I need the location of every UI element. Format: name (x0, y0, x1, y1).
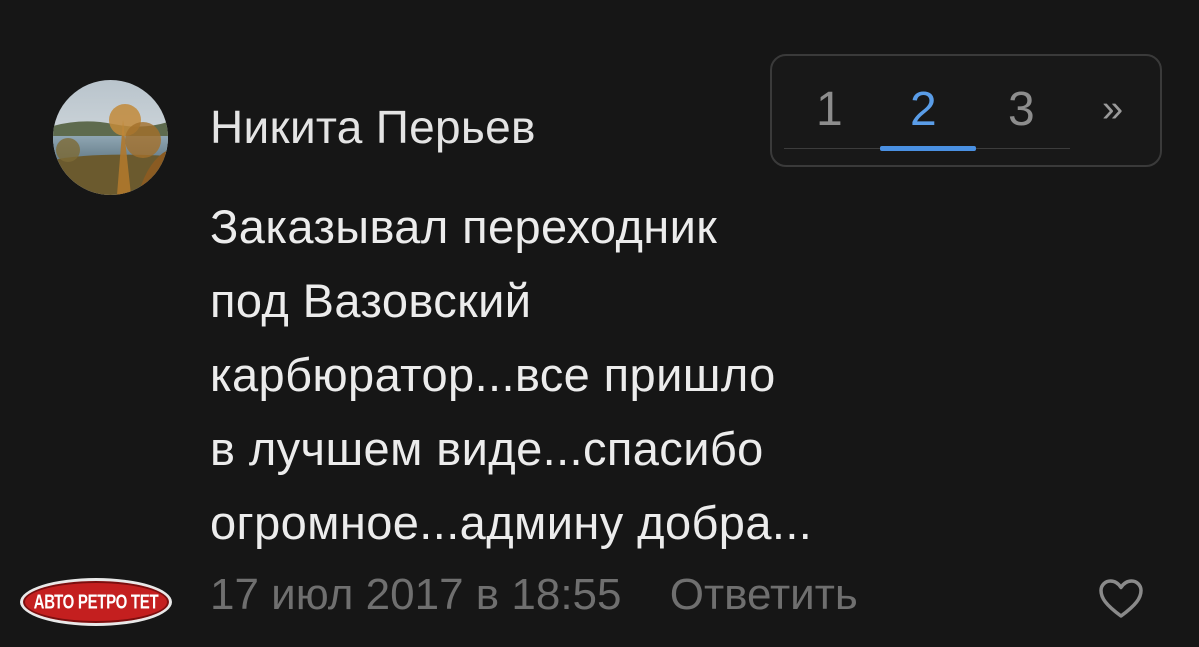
comment-text-line: Заказывал переходник (210, 200, 718, 253)
comment-text-line: карбюратор...все пришло (210, 348, 776, 401)
comment-text-line: огромное...админу добра... (210, 496, 813, 549)
like-button[interactable] (1098, 578, 1144, 620)
comment-timestamp: 17 июл 2017 в 18:55 (210, 570, 622, 619)
author-name[interactable]: Никита Перьев (210, 100, 536, 154)
author-avatar[interactable] (53, 80, 168, 195)
heart-outline-icon (1099, 579, 1143, 618)
page-1-link[interactable]: 1 (816, 82, 843, 137)
reply-button[interactable]: Ответить (670, 570, 858, 619)
next-page-link[interactable]: » (1102, 88, 1123, 131)
comment-meta: 17 июл 2017 в 18:55 Ответить (210, 570, 858, 620)
current-page-indicator (880, 146, 976, 151)
page-3-link[interactable]: 3 (1008, 82, 1035, 137)
comment-text: Заказывал переходник под Вазовский карбю… (210, 190, 1030, 560)
avatar-landscape-photo (53, 80, 168, 195)
watermark-text: АВТО РЕТРО ТЕТ (33, 590, 159, 614)
comment-text-line: под Вазовский (210, 274, 532, 327)
comment-text-line: в лучшем виде...спасибо (210, 422, 764, 475)
pagination: 1 2 3 » (770, 54, 1162, 167)
page-2-link-current[interactable]: 2 (910, 82, 937, 137)
watermark-logo: АВТО РЕТРО ТЕТ (20, 578, 172, 626)
